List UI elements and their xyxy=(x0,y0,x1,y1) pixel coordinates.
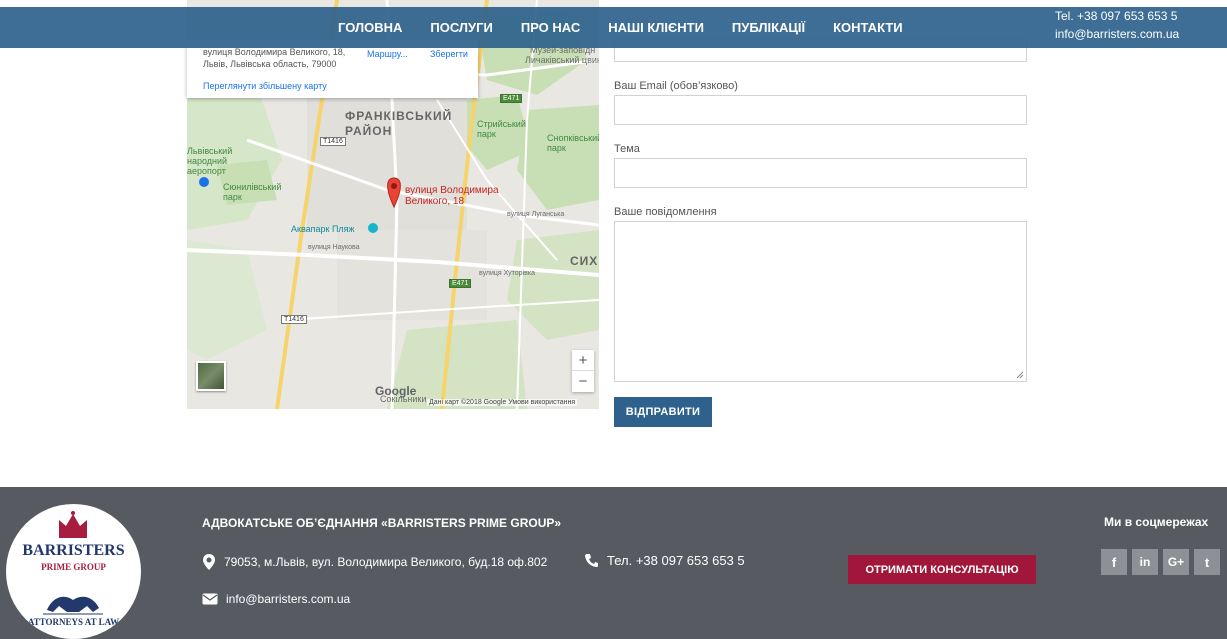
envelope-icon xyxy=(202,593,218,605)
footer: BARRISTERS PRIME GROUP ATTORNEYS AT LAW … xyxy=(0,487,1227,639)
nav-publications[interactable]: ПУБЛІКАЦІЇ xyxy=(732,20,805,35)
nav-about[interactable]: ПРО НАС xyxy=(521,20,580,35)
submit-button[interactable]: ВІДПРАВИТИ xyxy=(614,397,712,427)
email-input[interactable] xyxy=(614,95,1027,125)
logo-tagline: ATTORNEYS AT LAW xyxy=(27,617,120,627)
footer-email: info@barristers.com.ua xyxy=(202,592,350,606)
map-label-stryi-park: Стрийський парк xyxy=(477,119,526,139)
road-badge: T1416 xyxy=(281,315,307,324)
nav-services[interactable]: ПОСЛУГИ xyxy=(430,20,492,35)
message-textarea[interactable] xyxy=(614,221,1027,382)
footer-phone: Тел. +38 097 653 653 5 xyxy=(584,553,745,568)
nav-clients[interactable]: НАШІ КЛІЄНТИ xyxy=(608,20,704,35)
map-district: ФРАНКІВСЬКИЙ РАЙОН xyxy=(345,109,453,138)
header-email[interactable]: info@barristers.com.ua xyxy=(1055,25,1179,43)
email-label: Ваш Email (обов’язково) xyxy=(614,80,738,92)
main-nav: ГОЛОВНА ПОСЛУГИ ПРО НАС НАШІ КЛІЄНТИ ПУБ… xyxy=(338,7,931,48)
road-badge: T1416 xyxy=(320,137,346,146)
map-label-snopkiv-park: Снопківський парк xyxy=(547,133,599,153)
map-info-card: вулиця Володимира Великого, 18, Львів, Л… xyxy=(187,40,478,98)
location-pin-icon xyxy=(203,554,215,570)
road-badge: E471 xyxy=(449,279,472,288)
map-district-2: СИХ xyxy=(570,254,599,268)
route-link[interactable]: Маршру... xyxy=(367,49,408,59)
footer-company-title: АДВОКАТСЬКЕ ОБ’ЄДНАННЯ «BARRISTERS PRIME… xyxy=(202,516,562,530)
zoom-in-button[interactable]: + xyxy=(572,350,594,371)
map-label-skniliv-park: Сюнилівський парк xyxy=(223,182,282,202)
nav-contacts[interactable]: КОНТАКТИ xyxy=(833,20,903,35)
logo-title: BARRISTERS xyxy=(22,542,125,559)
top-navbar: ГОЛОВНА ПОСЛУГИ ПРО НАС НАШІ КЛІЄНТИ ПУБ… xyxy=(0,7,1227,48)
map-label-naukova: вулиця Наукова xyxy=(308,244,360,251)
get-consultation-button[interactable]: ОТРИМАТИ КОНСУЛЬТАЦІЮ xyxy=(848,555,1036,584)
map-card-address: вулиця Володимира Великого, 18, Львів, Л… xyxy=(203,47,346,69)
map-label-khutorivka: вулиця Хуторівка xyxy=(479,270,535,277)
zoom-control: + − xyxy=(572,350,594,392)
linkedin-icon[interactable]: in xyxy=(1132,549,1158,575)
google-logo: Google xyxy=(375,384,417,398)
header-phone[interactable]: Tel. +38 097 653 653 5 xyxy=(1055,7,1179,25)
map-attribution[interactable]: Дані карт ©2018 Google Умови використанн… xyxy=(427,399,578,406)
header-contacts: Tel. +38 097 653 653 5 info@barristers.c… xyxy=(1055,7,1179,43)
message-label: Ваше повідомлення xyxy=(614,206,717,218)
footer-address: 79053, м.Львів, вул. Володимира Великого… xyxy=(202,553,547,571)
zoom-out-button[interactable]: − xyxy=(572,371,594,392)
save-link[interactable]: Зберегти xyxy=(430,49,468,59)
map-label-airport: Львівський народний аеропорт xyxy=(187,146,233,176)
subject-label: Тема xyxy=(614,143,640,155)
crown-icon xyxy=(59,511,87,538)
map-label-aquapark: Аквапарк Пляж xyxy=(291,224,355,234)
map-label-luhanska: вулиця Луганська xyxy=(507,211,565,218)
twitter-icon[interactable]: t xyxy=(1194,549,1220,575)
resize-handle-icon[interactable] xyxy=(1016,371,1024,379)
logo-subtitle: PRIME GROUP xyxy=(41,562,106,572)
map-pin-label: вулиця Володимира Великого, 18 xyxy=(405,185,499,207)
facebook-icon[interactable]: f xyxy=(1101,549,1127,575)
bigger-map-link[interactable]: Переглянути збільшену карту xyxy=(203,81,327,91)
nav-home[interactable]: ГОЛОВНА xyxy=(338,20,402,35)
satellite-toggle[interactable] xyxy=(196,361,226,391)
google-plus-icon[interactable]: G+ xyxy=(1163,549,1189,575)
phone-icon xyxy=(585,554,598,567)
barristers-logo[interactable]: BARRISTERS PRIME GROUP ATTORNEYS AT LAW xyxy=(6,504,141,639)
road-badge: E471 xyxy=(500,94,523,103)
social-title: Ми в соцмережах xyxy=(1104,515,1209,529)
lion-icon xyxy=(43,596,103,615)
subject-input[interactable] xyxy=(614,158,1027,188)
map-label-cemetery: Личаківський цвин xyxy=(525,55,599,65)
